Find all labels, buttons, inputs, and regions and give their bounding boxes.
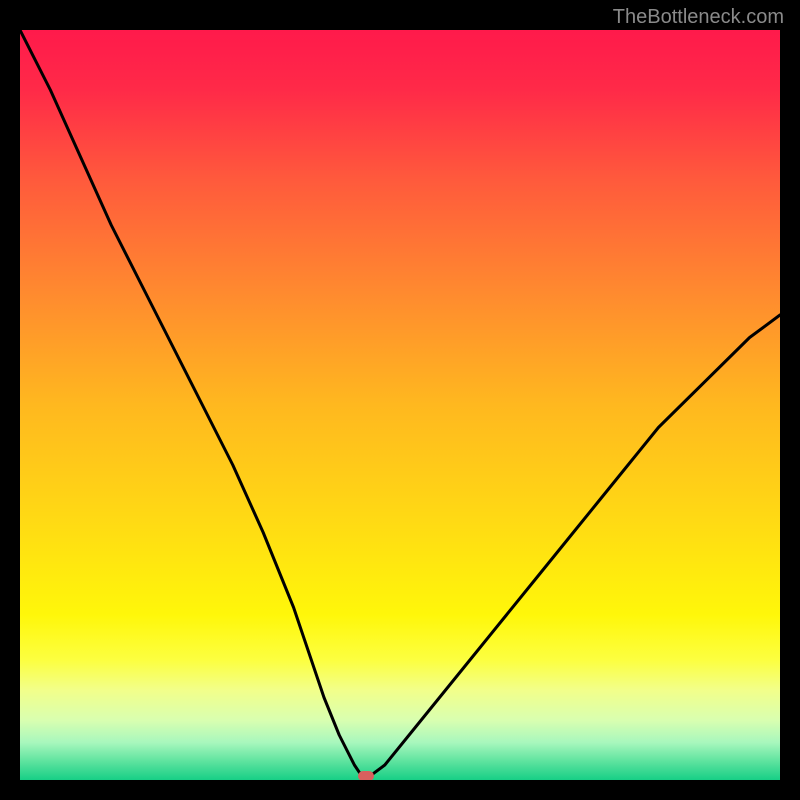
chart-frame: TheBottleneck.com <box>0 0 800 800</box>
background-gradient <box>20 30 780 780</box>
watermark-text: TheBottleneck.com <box>613 6 784 29</box>
plot-area <box>20 30 780 780</box>
